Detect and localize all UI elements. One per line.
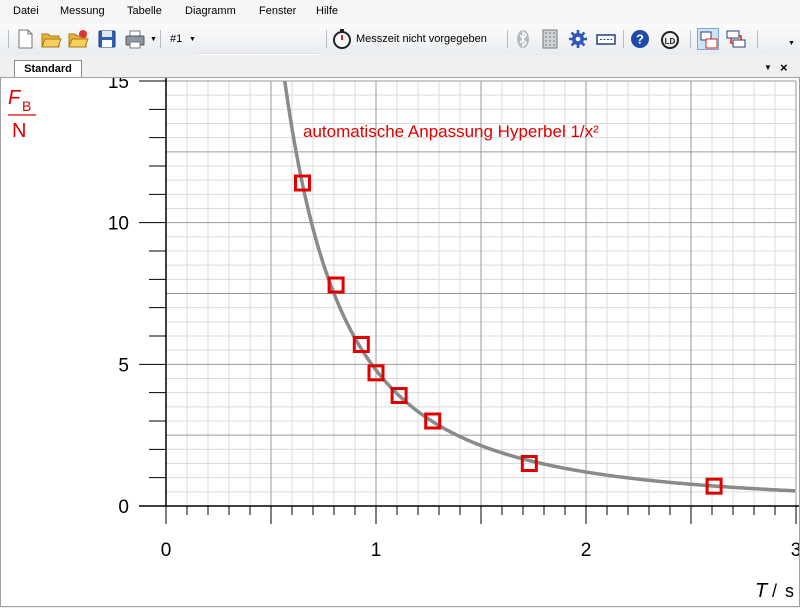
data-points bbox=[294, 174, 723, 495]
axes bbox=[139, 78, 799, 524]
chart-annotation: automatische Anpassung Hyperbel 1/x² bbox=[303, 122, 599, 141]
open-recent-icon[interactable] bbox=[67, 28, 89, 50]
timer-label[interactable]: Messzeit nicht vorgegeben bbox=[356, 33, 487, 45]
y-axis-symbol: F bbox=[8, 87, 22, 109]
help-icon[interactable]: ? bbox=[629, 28, 651, 50]
open-folder-icon[interactable] bbox=[40, 28, 62, 50]
menu-hilfe[interactable]: Hilfe bbox=[316, 5, 338, 17]
toolbar-overflow-icon[interactable]: ▼ bbox=[788, 40, 795, 47]
y-tick-label: 5 bbox=[118, 355, 129, 376]
toolbar-separator bbox=[507, 30, 508, 48]
y-tick-label: 10 bbox=[108, 214, 129, 235]
interface-icon[interactable] bbox=[539, 28, 561, 50]
chart-svg: automatische Anpassung Hyperbel 1/x² F B… bbox=[8, 78, 799, 602]
fit-curve bbox=[283, 80, 796, 493]
toolbar-separator bbox=[160, 30, 161, 48]
toolbar-separator bbox=[690, 30, 691, 48]
toolbar-grip bbox=[8, 30, 9, 48]
y-tick-label: 0 bbox=[118, 497, 129, 518]
menu-tabelle[interactable]: Tabelle bbox=[127, 5, 162, 17]
toolbar-separator bbox=[326, 30, 327, 48]
tab-strip: Standard ▼ × bbox=[0, 55, 800, 77]
new-file-icon[interactable] bbox=[14, 28, 36, 50]
close-icon[interactable]: × bbox=[780, 60, 788, 75]
toolbar-separator bbox=[757, 30, 758, 48]
info-logo-icon[interactable]: LD bbox=[658, 28, 680, 50]
x-axis-symbol: T bbox=[755, 580, 769, 602]
grid-major bbox=[165, 80, 797, 507]
channel-dropdown-icon[interactable]: ▼ bbox=[189, 36, 196, 43]
menu-diagramm[interactable]: Diagramm bbox=[185, 5, 236, 17]
chart-labels: automatische Anpassung Hyperbel 1/x² F B… bbox=[8, 78, 799, 602]
toolbar-separator bbox=[623, 30, 624, 48]
y-axis-subscript: B bbox=[22, 98, 31, 114]
tab-dropdown-icon[interactable]: ▼ bbox=[764, 63, 772, 72]
tab-standard[interactable]: Standard bbox=[14, 60, 82, 77]
x-tick-label: 2 bbox=[581, 540, 592, 561]
stopwatch-icon[interactable] bbox=[331, 28, 353, 50]
y-tick-label: 15 bbox=[108, 78, 129, 93]
settings-gear-icon[interactable] bbox=[567, 28, 589, 50]
toolbar: ▼ #1 ▼ Messzeit nicht vorgegeben ? LD ▼ bbox=[0, 24, 800, 71]
x-tick-label: 3 bbox=[791, 540, 799, 561]
save-icon[interactable] bbox=[96, 28, 118, 50]
print-dropdown-icon[interactable]: ▼ bbox=[150, 36, 157, 43]
window-layout-icon[interactable] bbox=[697, 28, 719, 50]
x-tick-label: 1 bbox=[371, 540, 382, 561]
menu-messung[interactable]: Messung bbox=[60, 5, 105, 17]
menu-fenster[interactable]: Fenster bbox=[259, 5, 296, 17]
menu-bar: Datei Messung Tabelle Diagramm Fenster H… bbox=[0, 0, 800, 24]
x-tick-label: 0 bbox=[161, 540, 172, 561]
print-icon[interactable] bbox=[124, 28, 146, 50]
display-icon[interactable] bbox=[595, 28, 617, 50]
menu-datei[interactable]: Datei bbox=[13, 5, 39, 17]
y-axis-unit: N bbox=[12, 120, 26, 142]
bluetooth-icon[interactable] bbox=[512, 28, 534, 50]
chart-area[interactable]: automatische Anpassung Hyperbel 1/x² F B… bbox=[0, 77, 800, 607]
link-windows-icon[interactable] bbox=[725, 28, 747, 50]
x-axis-unit: s bbox=[785, 581, 794, 601]
fit-curve-path bbox=[283, 80, 796, 493]
channel-selector[interactable]: #1 bbox=[170, 33, 182, 45]
x-axis-slash: / bbox=[772, 581, 777, 601]
svg-text:LD: LD bbox=[665, 37, 676, 46]
svg-text:?: ? bbox=[636, 32, 644, 47]
